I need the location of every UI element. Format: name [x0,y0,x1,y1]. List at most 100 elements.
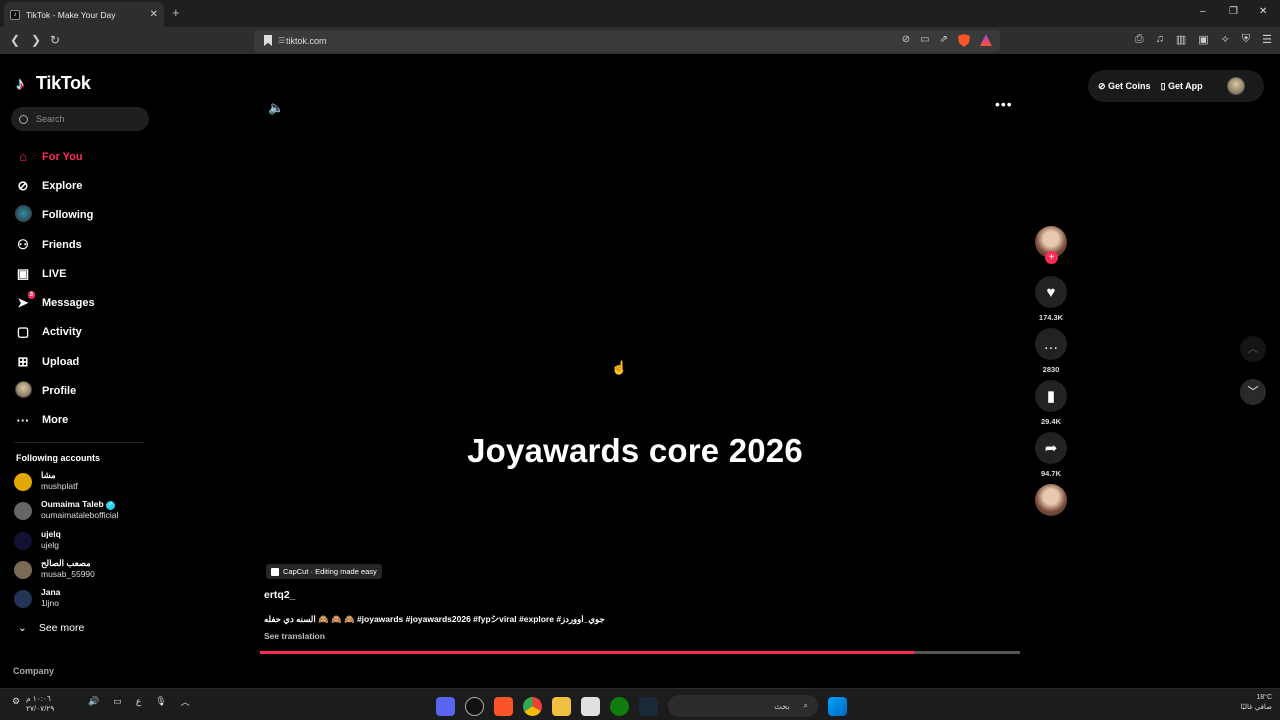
forward-icon[interactable]: ❯ [31,33,41,47]
nav-label: Activity [42,326,82,339]
upload-icon: ⊞ [17,353,29,369]
wallet-icon[interactable]: ▣ [1198,33,1208,46]
menu-icon[interactable]: ☰ [1262,33,1272,46]
music-disc-avatar[interactable] [1035,484,1067,516]
nav-live[interactable]: ▣ LIVE [14,259,95,288]
weather-temp: 18°C [1256,694,1272,701]
clock[interactable]: ١٠:٠٦ م ٢٧/٠٧/٢٩ [26,694,54,714]
settings-icon[interactable]: ⚙ [12,696,20,707]
network-icon[interactable]: ▭ [113,696,122,707]
search-input[interactable] [36,114,136,124]
nav-label: Profile [42,385,77,398]
account-handle: 1ljno [41,598,59,609]
brave-icon[interactable] [494,696,513,716]
account-item[interactable]: ujelq ujelg [14,529,118,558]
nav-messages[interactable]: ➤ 3 Messages [14,288,95,317]
account-avatar [14,531,32,550]
site-info-icon[interactable]: ☰ [278,36,285,45]
like-button[interactable]: ♥ [1035,276,1067,308]
brave-rewards-icon[interactable] [980,34,992,46]
store-icon[interactable] [581,696,600,716]
video-author[interactable]: ertq2_ [264,589,296,601]
no-media-icon[interactable]: ⊘ [902,34,910,47]
music-icon[interactable]: ♫ [1156,33,1164,46]
video-caption-overlay: Joyawards core 2026 [467,432,803,469]
browser-toolbar: ❮ ❯ ↻ ☰ tiktok.com ⊘ ▭ ⇗ ⎙ ♫ ▥ ▣ ✧ ⛨ ☰ [0,27,1280,54]
capcut-tag[interactable]: CapCut · Editing made easy [266,564,382,579]
compass-icon: ⊘ [17,177,29,193]
get-coins-button[interactable]: ⊘ Get Coins [1098,81,1151,92]
get-coins-label: Get Coins [1108,80,1151,91]
weather-widget[interactable]: 18°C صافي غالبًا [1241,693,1272,713]
user-avatar[interactable] [1226,77,1245,95]
get-app-button[interactable]: ▯ Get App [1161,81,1203,92]
brave-shield-icon[interactable] [958,34,970,47]
nav-following[interactable]: Following [14,201,95,230]
account-item[interactable]: Jana 1ljno [14,587,118,616]
maximize-button[interactable]: ❐ [1229,6,1238,17]
reload-icon[interactable]: ↻ [50,33,60,47]
account-item[interactable]: مشا mushplatf [14,470,118,499]
file-explorer-icon[interactable] [552,696,571,716]
volume-icon[interactable]: 🔈 [268,100,284,116]
taskbar-search[interactable]: بحث ⌕ [668,695,818,717]
share-icon[interactable]: ⇗ [940,34,948,47]
discord-icon[interactable] [436,696,455,716]
browser-tab[interactable]: ♪ TikTok - Make Your Day ✕ [4,2,164,27]
previous-video-button[interactable]: ︿ [1240,336,1266,362]
back-icon[interactable]: ❮ [10,33,20,47]
account-item[interactable]: مصعب الصالح musab_55990 [14,558,118,587]
screenshot-icon[interactable]: ⎙ [1135,33,1144,46]
taskbar-search-label: بحث [774,701,790,711]
creator-avatar[interactable]: + [1035,226,1067,264]
following-avatar-icon [14,205,32,225]
close-window-button[interactable]: ✕ [1259,6,1267,17]
tab-close-icon[interactable]: ✕ [150,9,158,20]
chrome-icon[interactable] [523,696,542,716]
activity-icon: ▢ [16,324,30,340]
leo-ai-icon[interactable]: ✧ [1221,33,1230,46]
more-options-icon[interactable]: ••• [995,96,1013,112]
url-tools: ⊘ ▭ ⇗ [902,34,992,47]
share-button[interactable]: ➦ [1035,432,1067,464]
nav-upload[interactable]: ⊞ Upload [14,347,95,376]
see-translation-link[interactable]: See translation [264,631,325,641]
nav-more[interactable]: ··· More [14,406,95,435]
steam-icon[interactable] [639,696,658,716]
xbox-icon[interactable] [610,696,629,716]
tiktok-logo[interactable]: ♪ ♪ ♪ TikTok [15,73,91,94]
save-button[interactable]: ▮ [1035,380,1067,412]
search-icon: ⌕ [803,701,808,710]
bookmark-icon[interactable] [264,35,272,46]
nav-profile[interactable]: Profile [14,376,95,405]
video-progress-bar[interactable] [260,651,1020,654]
address-bar[interactable]: ☰ tiktok.com ⊘ ▭ ⇗ [254,30,1000,52]
tray-expand-icon[interactable]: ︿ [181,695,190,708]
bookmark-icon: ▮ [1046,388,1056,405]
vpn-icon[interactable]: ⛨ [1242,33,1250,46]
nav-activity[interactable]: ▢ Activity [14,318,95,347]
next-video-button[interactable]: ﹀ [1240,379,1266,405]
comment-button[interactable]: … [1035,328,1067,360]
account-handle: ujelg [41,539,59,550]
github-icon[interactable] [465,696,484,716]
account-avatar [14,590,32,609]
speaker-icon[interactable]: 🔊 [88,696,99,707]
company-link[interactable]: Company [13,666,54,676]
nav-for-you[interactable]: ⌂ For You [14,142,95,171]
account-handle: oumaimataleb​official [41,510,119,521]
follow-plus-icon[interactable]: + [1045,251,1058,264]
windows-start-icon[interactable] [828,696,847,716]
nav-explore[interactable]: ⊘ Explore [14,171,95,200]
see-more-button[interactable]: ⌄ See more [18,622,84,634]
search-box[interactable] [11,107,149,131]
sidebar-icon[interactable]: ▥ [1176,33,1186,46]
mic-icon[interactable]: 🎙 [155,696,166,707]
new-tab-button[interactable]: + [172,5,180,20]
nav-friends[interactable]: ⚇ Friends [14,230,95,259]
keyboard-lang[interactable]: ع [136,696,141,707]
tiktok-favicon-icon: ♪ [10,9,20,20]
cast-icon[interactable]: ▭ [920,34,929,47]
minimize-button[interactable]: – [1200,6,1206,17]
account-item[interactable]: Oumaima Taleb ✓ oumaimataleb​official [14,499,118,528]
